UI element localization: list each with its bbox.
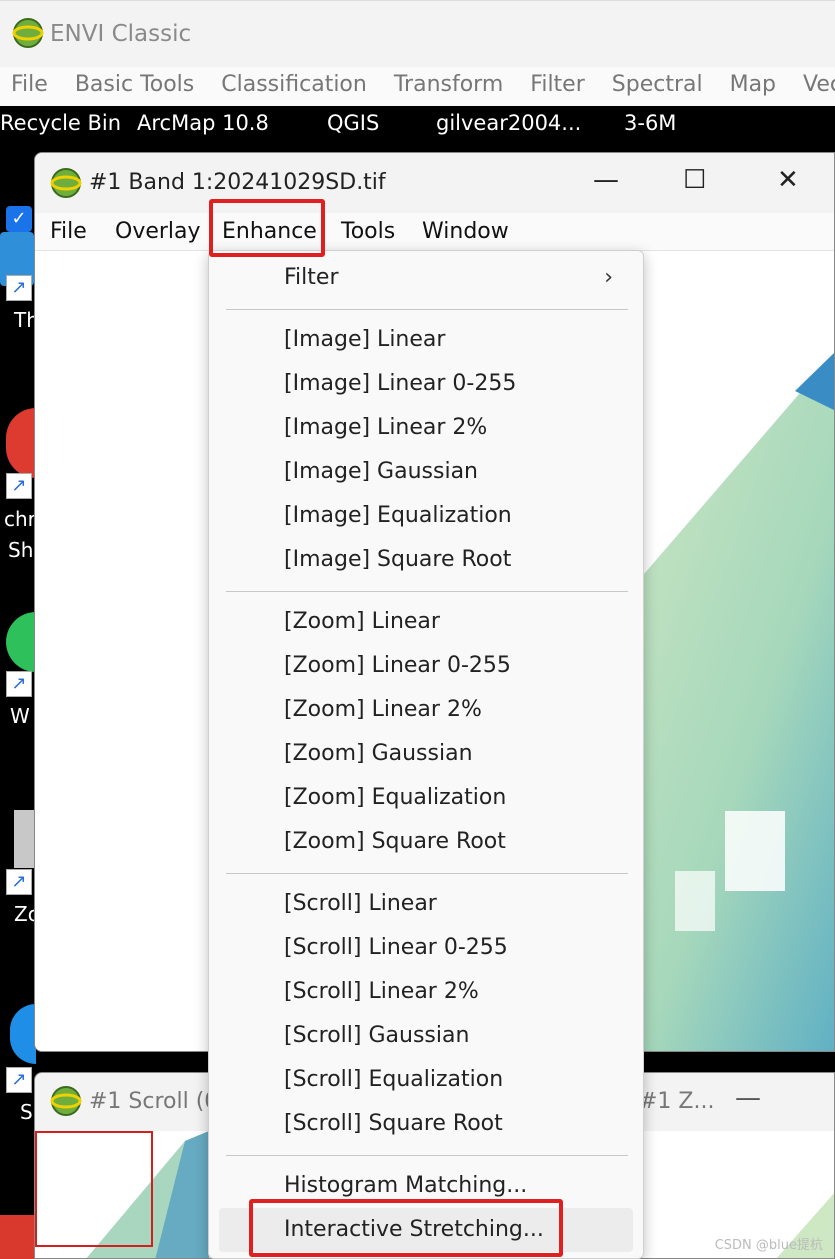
envi-menu-classification[interactable]: Classification	[221, 67, 367, 103]
desktop-icon-label-sh: Sh	[8, 538, 34, 562]
desktop-app-icon-6[interactable]	[0, 1215, 34, 1259]
desktop-label-3-6m[interactable]: 3-6M	[624, 111, 676, 135]
band-menu-bar: File Overlay Enhance Tools Window	[35, 213, 834, 251]
band-title-bar: #1 Band 1:20241029SD.tif — ☐ ✕	[35, 153, 834, 213]
menu-item-scroll-linear-0-255[interactable]: [Scroll] Linear 0-255	[284, 935, 508, 960]
scroll-window-title: #1 Scroll (0	[89, 1089, 219, 1114]
menu-item-scroll-gaussian[interactable]: [Scroll] Gaussian	[284, 1023, 469, 1048]
enhance-dropdown-menu: Filter › [Image] Linear [Image] Linear 0…	[208, 250, 644, 1259]
menu-item-zoom-linear[interactable]: [Zoom] Linear	[284, 609, 440, 634]
band-window-title: #1 Band 1:20241029SD.tif	[89, 170, 386, 195]
menu-item-histogram-matching[interactable]: Histogram Matching...	[284, 1173, 527, 1198]
envi-globe-icon	[50, 1086, 82, 1116]
envi-globe-icon	[12, 18, 44, 48]
menu-item-scroll-linear[interactable]: [Scroll] Linear	[284, 891, 437, 916]
menu-item-zoom-square-root[interactable]: [Zoom] Square Root	[284, 829, 506, 854]
menu-separator	[226, 873, 628, 874]
envi-menu-spectral[interactable]: Spectral	[612, 67, 703, 103]
chevron-right-icon: ›	[604, 265, 613, 290]
annotation-highlight-interactive-stretching	[249, 1199, 563, 1257]
chrome-icon[interactable]	[6, 408, 36, 478]
envi-menu-transform[interactable]: Transform	[394, 67, 503, 103]
checkbox-icon[interactable]: ✓	[6, 206, 32, 232]
envi-menu-bar: File Basic Tools Classification Transform Fi…	[0, 67, 835, 107]
menu-item-zoom-linear-2[interactable]: [Zoom] Linear 2%	[284, 697, 482, 722]
envi-menu-basic-tools[interactable]: Basic Tools	[75, 67, 194, 103]
menu-item-image-linear[interactable]: [Image] Linear	[284, 327, 445, 352]
menu-item-image-square-root[interactable]: [Image] Square Root	[284, 547, 511, 572]
annotation-highlight-enhance	[209, 199, 325, 257]
menu-separator	[226, 591, 628, 592]
shortcut-arrow-icon: ↗	[6, 1067, 32, 1093]
close-button[interactable]: ✕	[777, 165, 799, 195]
envi-menu-filter[interactable]: Filter	[530, 67, 584, 103]
band-menu-overlay[interactable]: Overlay	[115, 219, 201, 244]
menu-separator	[226, 309, 628, 310]
envi-globe-icon	[50, 168, 82, 198]
menu-item-image-gaussian[interactable]: [Image] Gaussian	[284, 459, 478, 484]
menu-item-zoom-gaussian[interactable]: [Zoom] Gaussian	[284, 741, 473, 766]
menu-item-zoom-equalization[interactable]: [Zoom] Equalization	[284, 785, 506, 810]
desktop-label-qgis[interactable]: QGIS	[327, 111, 379, 135]
shortcut-arrow-icon: ↗	[6, 869, 32, 895]
band-menu-file[interactable]: File	[50, 219, 87, 244]
zotero-icon[interactable]	[14, 810, 36, 868]
skype-icon[interactable]	[10, 1004, 36, 1064]
menu-item-image-linear-2[interactable]: [Image] Linear 2%	[284, 415, 487, 440]
scroll-minimize-button[interactable]: —	[735, 1083, 761, 1113]
minimize-button[interactable]: —	[593, 165, 619, 195]
zoom-window-title: #1 Z...	[639, 1089, 715, 1114]
band-menu-tools[interactable]: Tools	[341, 219, 395, 244]
wechat-icon[interactable]	[6, 612, 36, 672]
desktop-label-recycle-bin[interactable]: Recycle Bin	[0, 111, 121, 135]
shortcut-arrow-icon: ↗	[6, 671, 32, 697]
envi-main-window: ENVI Classic File Basic Tools Classificati…	[0, 0, 835, 107]
menu-item-image-linear-0-255[interactable]: [Image] Linear 0-255	[284, 371, 516, 396]
envi-menu-map[interactable]: Map	[730, 67, 776, 103]
maximize-button[interactable]: ☐	[683, 165, 706, 195]
desktop-icon-label-w: W	[10, 704, 30, 728]
desktop-icon-label-s: S	[20, 1100, 33, 1124]
scroll-viewport-box[interactable]	[35, 1131, 153, 1247]
menu-separator	[226, 1155, 628, 1156]
desktop-icon-label-chr: chr	[4, 507, 36, 531]
menu-item-zoom-linear-0-255[interactable]: [Zoom] Linear 0-255	[284, 653, 511, 678]
desktop-label-arcmap[interactable]: ArcMap 10.8	[137, 111, 269, 135]
desktop-label-gilvear[interactable]: gilvear2004...	[436, 111, 581, 135]
menu-item-scroll-linear-2[interactable]: [Scroll] Linear 2%	[284, 979, 479, 1004]
envi-title-bar: ENVI Classic	[0, 1, 835, 67]
watermark-text: CSDN @blue提杭	[714, 1238, 823, 1253]
desktop-label-row: Recycle Bin ArcMap 10.8 QGIS gilvear2004…	[0, 106, 835, 150]
envi-menu-file[interactable]: File	[11, 67, 48, 103]
shortcut-arrow-icon: ↗	[6, 275, 32, 301]
menu-item-image-equalization[interactable]: [Image] Equalization	[284, 503, 512, 528]
shortcut-arrow-icon: ↗	[6, 473, 32, 499]
menu-item-scroll-square-root[interactable]: [Scroll] Square Root	[284, 1111, 503, 1136]
envi-menu-vector[interactable]: Vecto	[803, 67, 835, 103]
band-menu-window[interactable]: Window	[422, 219, 509, 244]
menu-item-scroll-equalization[interactable]: [Scroll] Equalization	[284, 1067, 503, 1092]
menu-item-filter[interactable]: Filter	[284, 265, 338, 290]
envi-title-text: ENVI Classic	[50, 21, 192, 47]
